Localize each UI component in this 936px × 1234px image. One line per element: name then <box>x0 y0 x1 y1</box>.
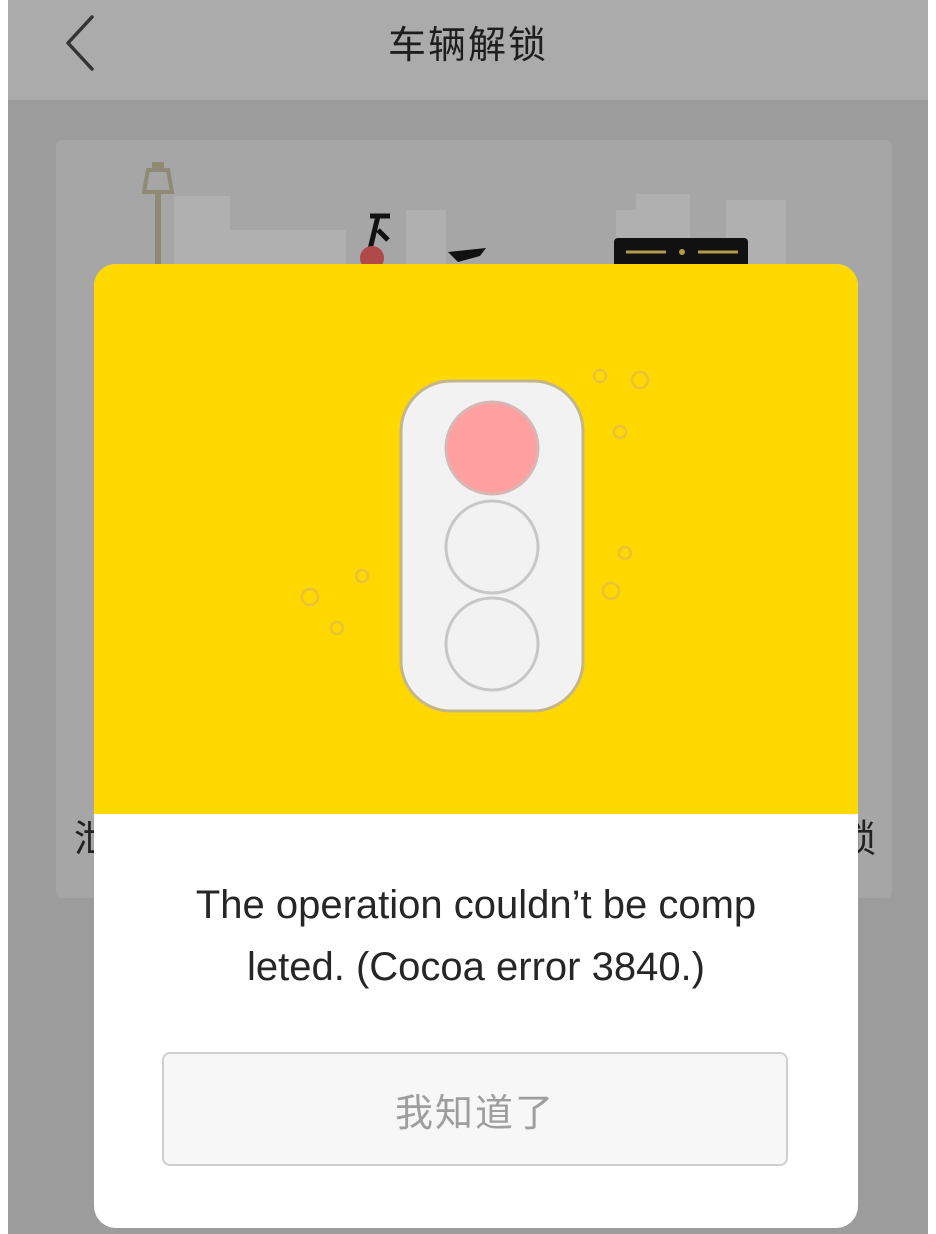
traffic-light-icon <box>300 368 650 713</box>
error-dialog: The operation couldn’t be comp leted. (C… <box>94 264 858 1228</box>
error-message-line-2: leted. (Cocoa error 3840.) <box>246 945 705 989</box>
page-border-left <box>0 0 8 1234</box>
page-border-right <box>928 0 936 1234</box>
error-message-line-1: The operation couldn’t be comp <box>195 883 757 927</box>
dialog-banner <box>94 264 858 814</box>
page-title: 车辆解锁 <box>387 23 548 67</box>
city-bikes-illustration <box>141 162 786 280</box>
nav-bar: 车辆解锁 <box>8 0 928 101</box>
got-it-button[interactable]: 我知道了 <box>162 1052 788 1166</box>
error-message: The operation couldn’t be comp leted. (C… <box>134 874 818 998</box>
